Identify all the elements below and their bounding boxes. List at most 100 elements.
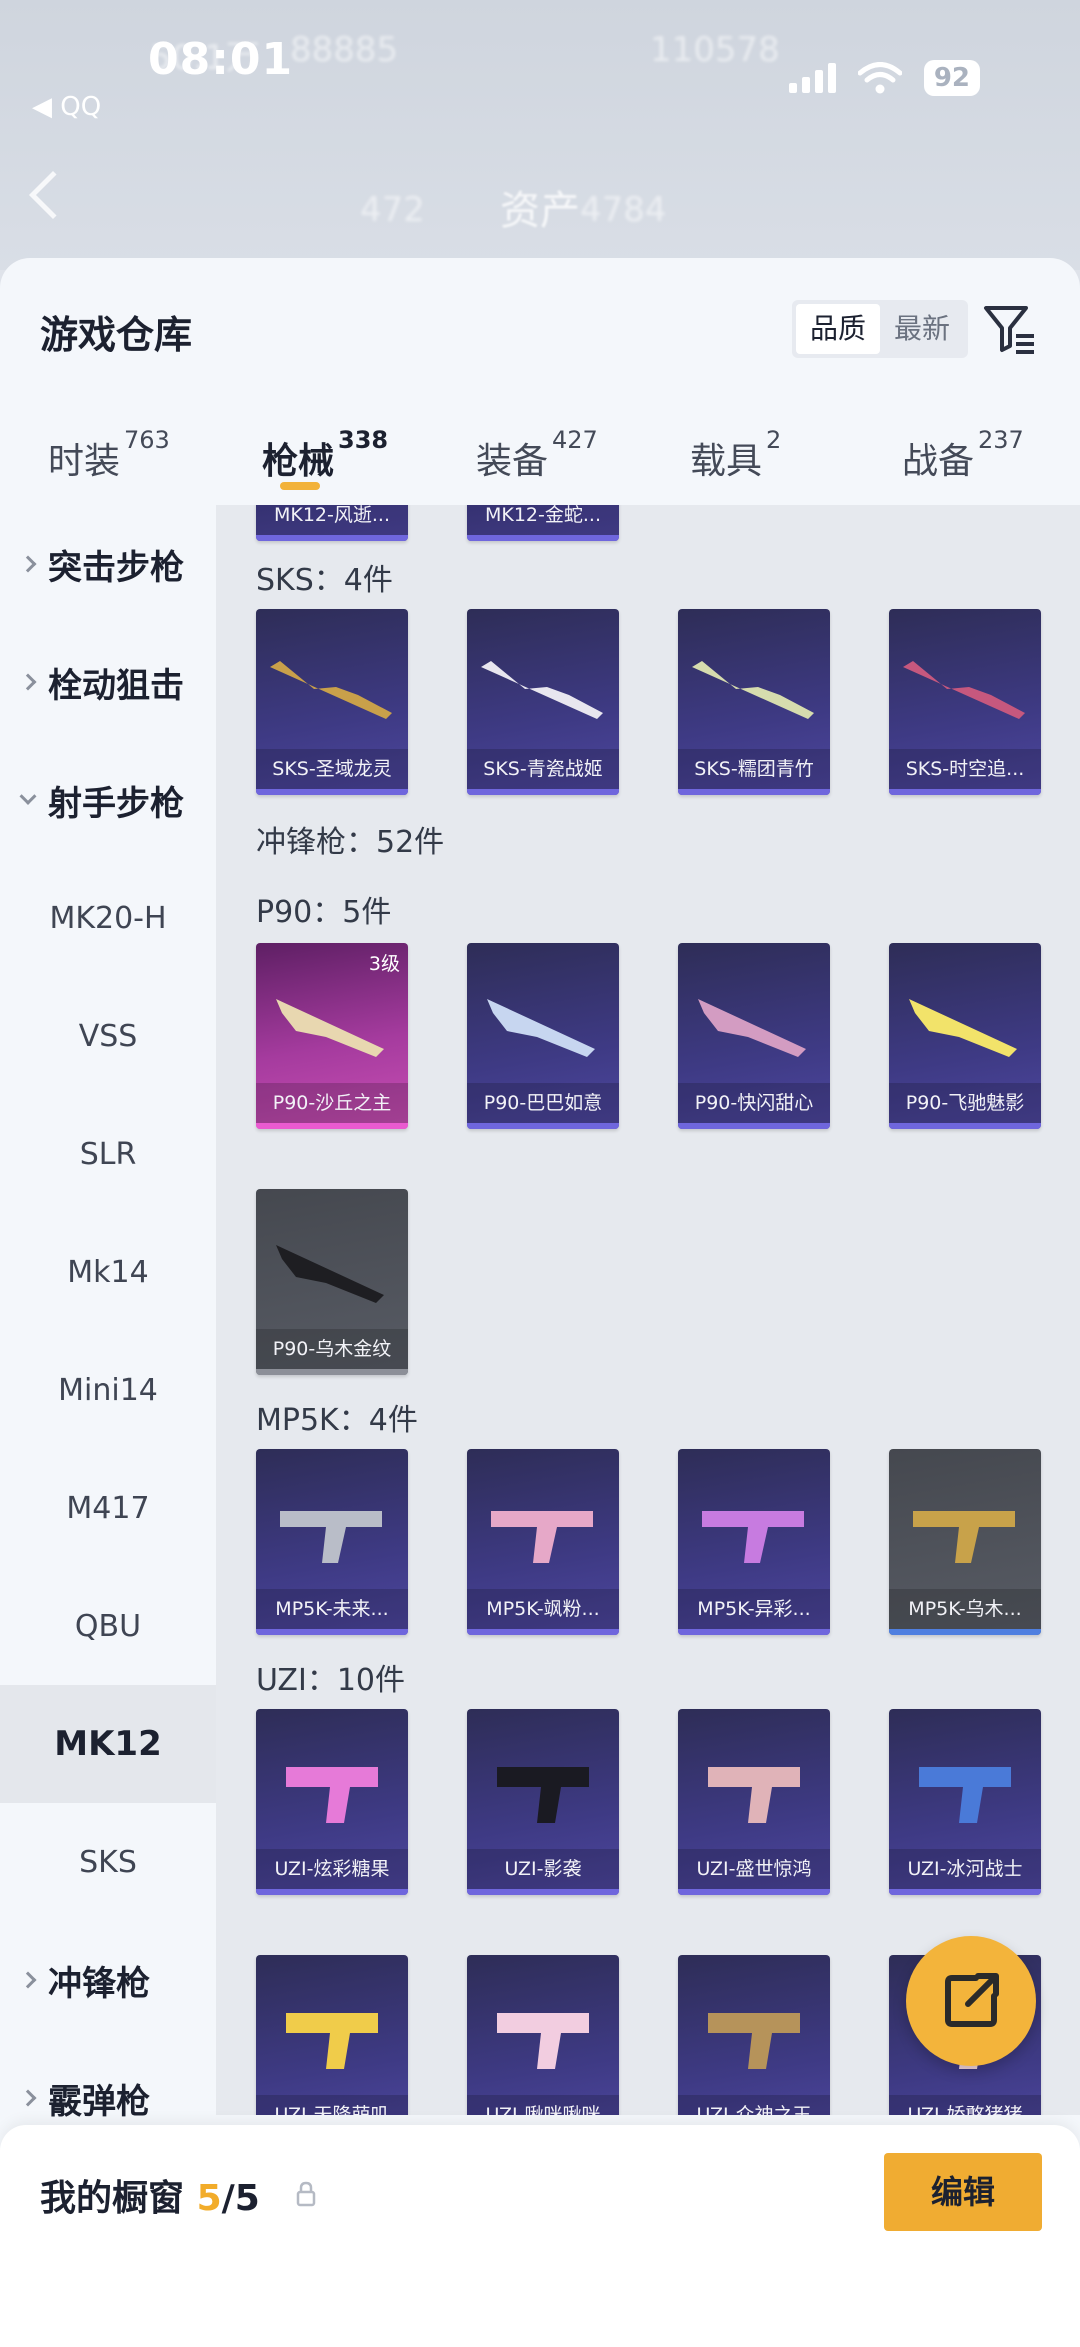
share-button[interactable] bbox=[906, 1936, 1036, 2066]
weapon-name: SKS-时空追... bbox=[889, 749, 1041, 789]
weapon-name: P90-乌木金纹 bbox=[256, 1329, 408, 1369]
weapon-card[interactable]: MK12-金蛇... bbox=[467, 505, 619, 541]
uzi-icon bbox=[919, 1767, 1011, 1823]
smg-icon bbox=[276, 1245, 384, 1303]
uzi-icon bbox=[708, 2013, 800, 2069]
status-indicators: 92 bbox=[788, 60, 980, 96]
weapon-card[interactable]: UZI-天降萌叽 bbox=[256, 1955, 408, 2115]
weapon-name: MP5K-异彩... bbox=[678, 1589, 830, 1629]
status-time: 08:01 bbox=[148, 34, 294, 85]
sidebar-item-bolt-sniper[interactable]: 栓动狙击 bbox=[0, 623, 216, 741]
weapon-name: UZI-盛世惊鸿 bbox=[678, 1849, 830, 1889]
weapon-card[interactable]: MP5K-异彩... bbox=[678, 1449, 830, 1635]
sidebar-item-smg[interactable]: 冲锋枪 bbox=[0, 1921, 216, 2039]
wifi-icon bbox=[857, 62, 902, 94]
rifle-icon bbox=[903, 661, 1025, 719]
uzi-icon bbox=[497, 2013, 589, 2069]
sidebar-item-mk20h[interactable]: MK20-H bbox=[0, 859, 216, 977]
chevron-right-icon bbox=[19, 2089, 37, 2107]
section-heading: MP5K：4件 bbox=[256, 1403, 418, 1438]
tab-equipment[interactable]: 装备427 bbox=[476, 426, 598, 484]
sidebar-item-marksman-rifle[interactable]: 射手步枪 bbox=[0, 741, 216, 859]
weapon-name: SKS-糯团青竹 bbox=[678, 749, 830, 789]
showcase-count: 5 bbox=[196, 2178, 222, 2219]
ghost-value: 4784 bbox=[580, 190, 667, 230]
section-heading: P90：5件 bbox=[256, 895, 392, 930]
weapon-card[interactable]: SKS-时空追... bbox=[889, 609, 1041, 795]
sidebar-item-mk12[interactable]: MK12 bbox=[0, 1685, 216, 1803]
weapon-name: UZI-天降萌叽 bbox=[256, 2095, 408, 2115]
sidebar-item-m417[interactable]: M417 bbox=[0, 1449, 216, 1567]
weapon-card[interactable]: SKS-圣域龙灵 bbox=[256, 609, 408, 795]
weapon-name: UZI-啾咪啾咪 bbox=[467, 2095, 619, 2115]
weapon-card[interactable]: P90-快闪甜心 bbox=[678, 943, 830, 1129]
background-title: 资产 bbox=[500, 188, 580, 234]
sheet-title: 游戏仓库 bbox=[40, 313, 193, 357]
weapon-card[interactable]: UZI-冰河战士 bbox=[889, 1709, 1041, 1895]
weapon-name: UZI-冰河战士 bbox=[889, 1849, 1041, 1889]
rifle-icon bbox=[481, 661, 603, 719]
weapon-name: P90-沙丘之主 bbox=[256, 1083, 408, 1123]
uzi-icon bbox=[286, 1767, 378, 1823]
weapon-card[interactable]: SKS-糯团青竹 bbox=[678, 609, 830, 795]
smg-icon bbox=[909, 999, 1017, 1057]
battery-indicator: 92 bbox=[923, 60, 980, 96]
weapon-name: UZI-众神之王 bbox=[678, 2095, 830, 2115]
section-heading: UZI：10件 bbox=[256, 1663, 406, 1698]
weapon-card[interactable]: P90-飞驰魅影 bbox=[889, 943, 1041, 1129]
rifle-icon bbox=[692, 661, 814, 719]
weapon-card[interactable]: MK12-风逝... bbox=[256, 505, 408, 541]
back-arrow-icon[interactable] bbox=[28, 170, 78, 220]
weapon-card[interactable]: SKS-青瓷战姬 bbox=[467, 609, 619, 795]
pistol-smg-icon bbox=[702, 1511, 804, 1563]
sort-toggle: 品质 最新 bbox=[792, 300, 969, 358]
tab-supplies[interactable]: 战备237 bbox=[902, 426, 1024, 484]
weapon-card[interactable]: UZI-众神之王 bbox=[678, 1955, 830, 2115]
level-badge: 3级 bbox=[368, 953, 400, 975]
weapon-name: SKS-青瓷战姬 bbox=[467, 749, 619, 789]
active-tab-indicator bbox=[280, 482, 320, 490]
share-icon bbox=[945, 1973, 999, 2027]
sidebar-item-mk14[interactable]: Mk14 bbox=[0, 1213, 216, 1331]
weapon-name: UZI-影袭 bbox=[467, 1849, 619, 1889]
tab-vehicles[interactable]: 载具2 bbox=[690, 426, 781, 484]
sidebar-item-assault-rifle[interactable]: 突击步枪 bbox=[0, 505, 216, 623]
weapon-card[interactable]: P90-巴巴如意 bbox=[467, 943, 619, 1129]
showcase-label: 我的橱窗 5/5 bbox=[40, 2178, 260, 2219]
weapon-card[interactable]: UZI-啾咪啾咪 bbox=[467, 1955, 619, 2115]
weapon-name: MP5K-乌木... bbox=[889, 1589, 1041, 1629]
background-header: 50.1万 88885 110578 472 4784 08:01 ◀ QQ 9… bbox=[0, 0, 1080, 270]
sort-by-quality[interactable]: 品质 bbox=[796, 304, 881, 354]
weapon-name: MK12-金蛇... bbox=[467, 505, 619, 535]
weapon-card[interactable]: MP5K-乌木... bbox=[889, 1449, 1041, 1635]
weapon-card[interactable]: 3级 P90-沙丘之主 bbox=[256, 943, 408, 1129]
sheet-header: 游戏仓库 品质 最新 bbox=[0, 258, 1080, 388]
sidebar-item-slr[interactable]: SLR bbox=[0, 1095, 216, 1213]
sidebar-item-qbu[interactable]: QBU bbox=[0, 1567, 216, 1685]
weapon-card[interactable]: UZI-盛世惊鸿 bbox=[678, 1709, 830, 1895]
weapon-card[interactable]: MP5K-飒粉... bbox=[467, 1449, 619, 1635]
filter-icon[interactable] bbox=[982, 302, 1038, 358]
sidebar-item-mini14[interactable]: Mini14 bbox=[0, 1331, 216, 1449]
weapon-card[interactable]: P90-乌木金纹 bbox=[256, 1189, 408, 1375]
tab-firearms[interactable]: 枪械338 bbox=[262, 426, 388, 484]
sidebar-item-sks[interactable]: SKS bbox=[0, 1803, 216, 1921]
status-carrier[interactable]: ◀ QQ bbox=[32, 92, 101, 122]
category-tabs: 时装763 枪械338 装备427 载具2 战备237 bbox=[0, 416, 1080, 506]
sidebar-item-vss[interactable]: VSS bbox=[0, 977, 216, 1095]
sort-by-newest[interactable]: 最新 bbox=[880, 304, 964, 354]
showcase-bar: 我的橱窗 5/5 编辑 bbox=[0, 2125, 1080, 2347]
edit-button[interactable]: 编辑 bbox=[884, 2153, 1042, 2231]
weapon-card[interactable]: MP5K-未来... bbox=[256, 1449, 408, 1635]
showcase-total: /5 bbox=[221, 2178, 260, 2219]
chevron-right-icon bbox=[19, 1971, 37, 1989]
pistol-smg-icon bbox=[280, 1511, 382, 1563]
weapon-card[interactable]: UZI-炫彩糖果 bbox=[256, 1709, 408, 1895]
smg-icon bbox=[487, 999, 595, 1057]
ghost-value: 88885 bbox=[290, 30, 399, 70]
weapon-card[interactable]: UZI-影袭 bbox=[467, 1709, 619, 1895]
chevron-right-icon bbox=[19, 555, 37, 573]
chevron-right-icon bbox=[19, 673, 37, 691]
lock-icon[interactable] bbox=[296, 2181, 316, 2207]
tab-fashion[interactable]: 时装763 bbox=[48, 426, 170, 484]
